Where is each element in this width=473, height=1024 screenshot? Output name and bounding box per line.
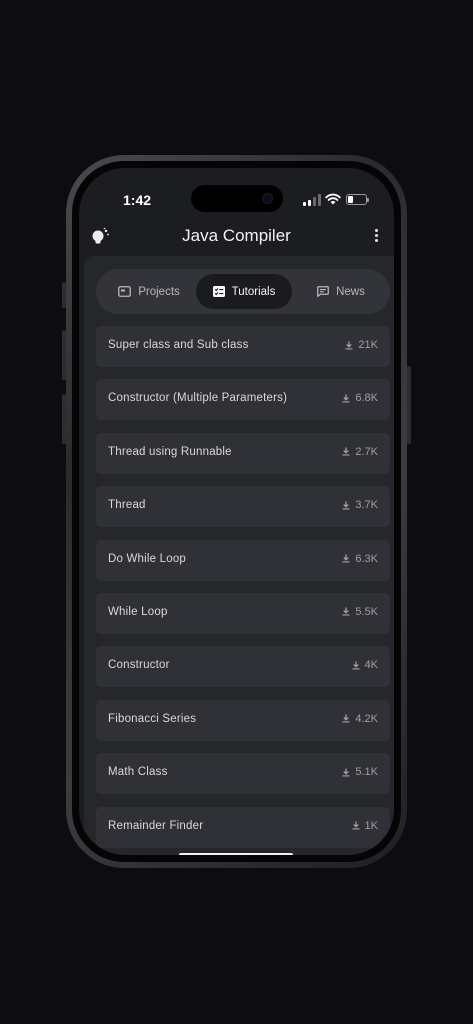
- download-count-value: 1K: [364, 819, 378, 832]
- tutorial-item[interactable]: Math Class 5.1K: [96, 753, 390, 795]
- download-icon: [342, 394, 350, 403]
- home-indicator[interactable]: [179, 853, 293, 855]
- download-count-value: 6.8K: [355, 392, 378, 405]
- download-count: 6.8K: [342, 392, 378, 404]
- download-count-value: 5.5K: [355, 605, 378, 618]
- download-icon: [342, 607, 350, 616]
- tab-label: Projects: [138, 285, 180, 298]
- download-count: 1K: [352, 820, 378, 832]
- download-count: 4.2K: [342, 713, 378, 725]
- download-count: 6.3K: [342, 553, 378, 565]
- tutorial-item[interactable]: Remainder Finder 1K: [96, 806, 390, 848]
- tutorial-title: Super class and Sub class: [108, 339, 249, 351]
- app-header: Java Compiler: [79, 218, 394, 258]
- dynamic-island: [191, 185, 283, 212]
- download-icon: [352, 821, 360, 830]
- download-icon: [345, 341, 353, 349]
- download-count-value: 3.7K: [355, 499, 378, 512]
- download-count-value: 4.2K: [355, 712, 378, 725]
- download-count-value: 4K: [364, 659, 378, 672]
- camera-icon: [262, 193, 273, 204]
- tutorial-title: Math Class: [108, 766, 168, 779]
- cellular-signal-icon: [303, 194, 321, 206]
- download-count-value: 2.7K: [355, 445, 378, 458]
- download-icon: [342, 768, 350, 777]
- download-count-value: 5.1K: [355, 766, 378, 779]
- download-icon: [352, 661, 360, 670]
- tutorial-item[interactable]: Thread 3.7K: [96, 486, 390, 528]
- download-count: 2.7K: [342, 446, 378, 458]
- download-count-value: 6.3K: [355, 552, 378, 565]
- status-bar: 1:42: [79, 168, 394, 218]
- wifi-icon: [325, 193, 341, 205]
- download-count: 3.7K: [342, 499, 378, 511]
- download-count: 5.5K: [342, 606, 378, 618]
- download-icon: [342, 447, 350, 456]
- phone-frame: 1:42 Java Compiler Projects Tutorials Ne…: [66, 155, 407, 868]
- download-count: 21K: [345, 339, 378, 351]
- checklist-icon: [212, 286, 225, 297]
- tutorial-item[interactable]: Constructor 4K: [96, 646, 390, 688]
- content-panel: Projects Tutorials News Super class and …: [84, 256, 394, 855]
- download-count-value: 21K: [358, 339, 378, 351]
- tutorial-item[interactable]: Thread using Runnable 2.7K: [96, 432, 390, 474]
- app-title: Java Compiler: [182, 226, 291, 245]
- tab-label: News: [336, 285, 365, 298]
- phone-screen: 1:42 Java Compiler Projects Tutorials Ne…: [79, 168, 394, 855]
- tutorial-item[interactable]: Constructor (Multiple Parameters) 6.8K: [96, 379, 390, 421]
- battery-icon: [346, 194, 369, 205]
- tutorial-item[interactable]: Fibonacci Series 4.2K: [96, 699, 390, 741]
- tutorial-list: Super class and Sub class 21K Constructo…: [96, 326, 390, 855]
- tutorial-title: Thread using Runnable: [108, 445, 232, 458]
- tutorial-title: Constructor: [108, 659, 170, 672]
- tutorial-title: While Loop: [108, 605, 168, 618]
- download-count: 4K: [352, 659, 378, 671]
- tutorial-title: Thread: [108, 499, 146, 512]
- download-count: 5.1K: [342, 766, 378, 778]
- tutorial-item[interactable]: Do While Loop 6.3K: [96, 539, 390, 581]
- download-icon: [342, 714, 350, 723]
- tutorial-title: Do While Loop: [108, 552, 187, 565]
- phone-bezel: 1:42 Java Compiler Projects Tutorials Ne…: [72, 161, 401, 862]
- tab-projects[interactable]: Projects: [102, 274, 196, 309]
- tab-bar: Projects Tutorials News: [96, 269, 390, 314]
- tutorial-title: Fibonacci Series: [108, 712, 197, 725]
- tab-news[interactable]: News: [296, 274, 386, 309]
- chat-icon: [317, 286, 330, 297]
- download-icon: [342, 554, 350, 563]
- tutorial-item[interactable]: While Loop 5.5K: [96, 592, 390, 634]
- tab-tutorials[interactable]: Tutorials: [196, 274, 292, 309]
- more-vertical-icon[interactable]: [370, 227, 382, 247]
- tutorial-item[interactable]: Super class and Sub class 21K: [96, 326, 390, 367]
- folder-window-icon: [118, 286, 132, 297]
- status-time: 1:42: [123, 192, 152, 208]
- tab-label: Tutorials: [231, 285, 276, 298]
- download-icon: [342, 501, 350, 510]
- tutorial-title: Remainder Finder: [108, 819, 204, 832]
- power-button: [407, 366, 411, 444]
- tutorial-title: Constructor (Multiple Parameters): [108, 392, 288, 405]
